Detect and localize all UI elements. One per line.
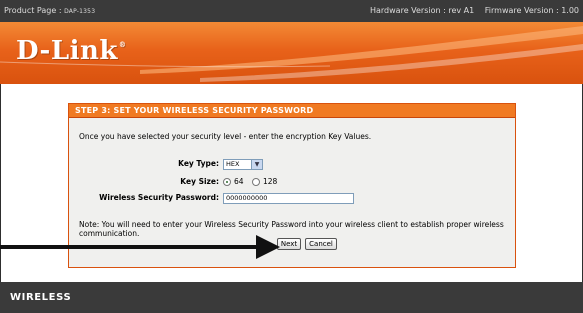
footer-bar: WIRELESS <box>0 282 583 313</box>
brand-header: D-Link® <box>0 22 583 84</box>
key-type-label: Key Type: <box>178 159 219 168</box>
footer-wireless-label: WIRELESS <box>10 292 72 303</box>
key-size-128-radio[interactable] <box>251 178 260 186</box>
wizard-intro-text: Once you have selected your security lev… <box>79 132 372 141</box>
wireless-password-label: Wireless Security Password: <box>99 193 219 202</box>
key-type-value: HEX <box>226 160 240 168</box>
pointer-arrow-icon <box>0 235 280 259</box>
password-row: Wireless Security Password: <box>69 193 219 204</box>
key-size-options: 64 128 <box>223 177 283 186</box>
product-page-info: Product Page : DAP-1353 <box>4 6 95 15</box>
key-size-label: Key Size: <box>180 177 219 186</box>
product-page-label: Product Page : <box>4 6 65 15</box>
key-type-row: Key Type: <box>69 159 219 170</box>
cancel-button[interactable]: Cancel <box>305 238 337 250</box>
top-info-bar: Product Page : DAP-1353 Hardware Version… <box>0 0 583 22</box>
wizard-step-title: STEP 3: SET YOUR WIRELESS SECURITY PASSW… <box>69 104 515 118</box>
dlink-logo: D-Link® <box>16 36 127 66</box>
key-size-128-label: 128 <box>262 177 278 186</box>
key-type-select[interactable]: HEX ▼ <box>223 159 263 170</box>
version-info: Hardware Version : rev A1 Firmware Versi… <box>370 6 579 15</box>
key-size-64-label: 64 <box>234 177 244 186</box>
hardware-version: Hardware Version : rev A1 <box>369 6 475 15</box>
key-size-64-radio[interactable] <box>223 178 231 186</box>
chevron-down-icon[interactable]: ▼ <box>251 160 262 169</box>
wireless-password-input[interactable]: 0000000000 <box>223 193 354 204</box>
key-size-row: Key Size: <box>69 177 219 188</box>
firmware-version: Firmware Version : 1.00 <box>484 6 579 15</box>
product-model: DAP-1353 <box>64 8 96 15</box>
